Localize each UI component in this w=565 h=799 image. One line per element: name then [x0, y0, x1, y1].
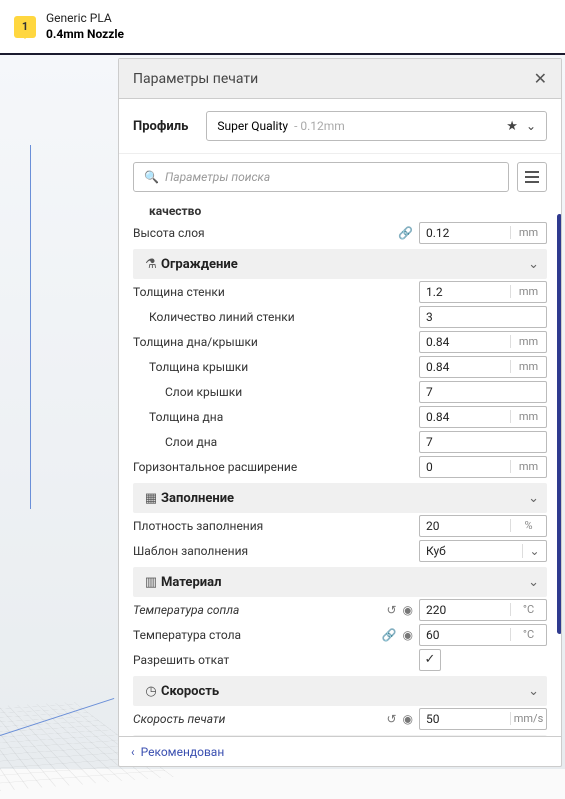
section-walls[interactable]: ⚗ Ограждение ⌄ [133, 249, 547, 279]
checkbox-enable-retraction[interactable]: ✓ [419, 649, 441, 671]
chevron-down-icon: ⌄ [528, 575, 539, 590]
input-bottom-layers[interactable]: 7 [419, 431, 547, 453]
section-infill[interactable]: ▦ Заполнение ⌄ [133, 483, 547, 513]
extruder-icon[interactable]: ◉ [403, 712, 413, 726]
panel-footer: ‹ Рекомендован [119, 736, 561, 766]
setting-top-layers: Слои крышки 7 [133, 379, 547, 404]
profile-selected-name: Super Quality [217, 119, 288, 133]
input-bed-temp[interactable]: 60°C [419, 624, 547, 646]
input-print-speed[interactable]: 50mm/s [419, 708, 547, 730]
profile-label: Профиль [133, 119, 188, 134]
chevron-left-icon[interactable]: ‹ [131, 745, 135, 759]
select-infill-pattern[interactable]: Куб⌄ [419, 540, 547, 562]
scrollbar-thumb[interactable] [557, 214, 561, 634]
settings-visibility-button[interactable] [517, 162, 547, 192]
panel-title: Параметры печати [133, 71, 258, 87]
setting-print-temp: Температура сопла ↺◉ 220°C [133, 597, 547, 622]
input-top-bottom-thickness[interactable]: 0.84mm [419, 331, 547, 353]
chevron-down-icon: ⌄ [522, 544, 546, 558]
setting-enable-retraction: Разрешить откат ✓ [133, 647, 547, 672]
setting-infill-pattern: Шаблон заполнения Куб⌄ [133, 538, 547, 563]
extruder-icon[interactable]: ◉ [403, 628, 413, 642]
link-icon[interactable]: 🔗 [398, 226, 413, 240]
reset-icon[interactable]: ↺ [386, 603, 396, 617]
setting-top-bottom-thickness: Толщина дна/крышки 0.84mm [133, 329, 547, 354]
input-wall-thickness[interactable]: 1.2mm [419, 281, 547, 303]
panel-header: Параметры печати ✕ [119, 59, 561, 99]
setting-bottom-thickness: Толщина дна 0.84mm [133, 404, 547, 429]
search-input[interactable]: 🔍 Параметры поиска [133, 162, 509, 192]
input-infill-density[interactable]: 20% [419, 515, 547, 537]
input-horizontal-expansion[interactable]: 0mm [419, 456, 547, 478]
search-placeholder: Параметры поиска [165, 170, 270, 184]
search-icon: 🔍 [144, 170, 159, 184]
setting-top-thickness: Толщина крышки 0.84mm [133, 354, 547, 379]
chevron-down-icon: ⌄ [528, 491, 539, 506]
close-icon[interactable]: ✕ [534, 69, 547, 88]
input-bottom-thickness[interactable]: 0.84mm [419, 406, 547, 428]
profile-detail: - 0.12mm [294, 119, 345, 133]
star-icon[interactable]: ★ [506, 119, 518, 134]
extruder-icon[interactable]: ◉ [403, 603, 413, 617]
material-icon: ▥ [141, 575, 161, 590]
setting-bottom-layers: Слои дна 7 [133, 429, 547, 454]
link-icon[interactable]: 🔗 [382, 628, 397, 642]
profile-select[interactable]: Super Quality - 0.12mm ★ ⌄ [206, 111, 547, 141]
setting-print-speed: Скорость печати ↺◉ 50mm/s [133, 706, 547, 731]
setting-infill-density: Плотность заполнения 20% [133, 513, 547, 538]
material-name: Generic PLA [46, 11, 124, 27]
input-top-thickness[interactable]: 0.84mm [419, 356, 547, 378]
settings-list[interactable]: качество Высота слоя 🔗 0.12mm ⚗ Огражден… [119, 200, 561, 736]
chevron-down-icon: ⌄ [528, 684, 539, 699]
print-settings-panel: Параметры печати ✕ Профиль Super Quality… [118, 58, 562, 767]
infill-icon: ▦ [141, 491, 161, 506]
setting-horizontal-expansion: Горизонтальное расширение 0mm [133, 454, 547, 479]
quality-section-partial: качество [133, 200, 547, 220]
chevron-down-icon: ⌄ [528, 257, 539, 272]
setting-wall-line-count: Количество линий стенки 3 [133, 304, 547, 329]
setting-bed-temp: Температура стола 🔗◉ 60°C [133, 622, 547, 647]
setting-wall-thickness: Толщина стенки 1.2mm [133, 279, 547, 304]
walls-icon: ⚗ [141, 257, 161, 272]
input-layer-height[interactable]: 0.12mm [419, 222, 547, 244]
chevron-down-icon[interactable]: ⌄ [526, 119, 536, 133]
profile-row: Профиль Super Quality - 0.12mm ★ ⌄ [119, 99, 561, 154]
setting-layer-height: Высота слоя 🔗 0.12mm [133, 220, 547, 245]
section-speed[interactable]: ◷ Скорость ⌄ [133, 676, 547, 706]
nozzle-size: 0.4mm Nozzle [46, 27, 124, 43]
input-wall-line-count[interactable]: 3 [419, 306, 547, 328]
reset-icon[interactable]: ↺ [386, 712, 396, 726]
input-top-layers[interactable]: 7 [419, 381, 547, 403]
section-travel[interactable]: ⧗ Перемещение ⌄ [133, 735, 547, 736]
extruder-badge[interactable]: 1 [14, 16, 36, 38]
z-axis-line [30, 145, 31, 509]
recommended-button[interactable]: Рекомендован [141, 745, 225, 759]
search-row: 🔍 Параметры поиска [119, 154, 561, 200]
speed-icon: ◷ [141, 684, 161, 699]
material-topbar: 1 Generic PLA 0.4mm Nozzle [0, 0, 565, 55]
section-material[interactable]: ▥ Материал ⌄ [133, 567, 547, 597]
input-print-temp[interactable]: 220°C [419, 599, 547, 621]
